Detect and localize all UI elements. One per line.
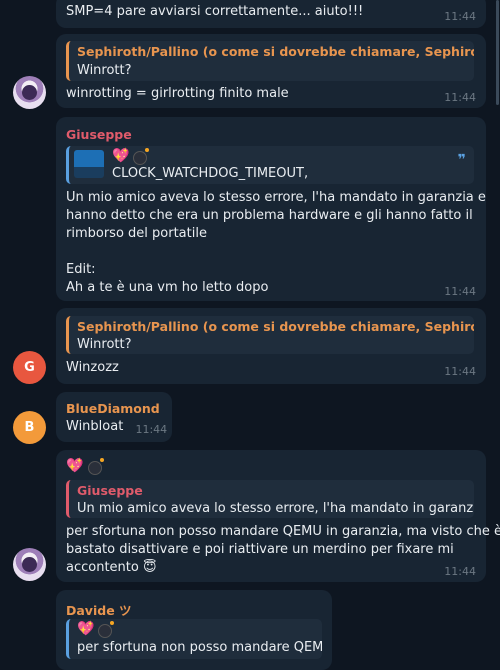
quote-icon: ❞ [457, 152, 466, 168]
scrollbar[interactable] [496, 0, 499, 105]
bomb-emoji [88, 458, 104, 475]
message-text: accontento 😇 [66, 560, 157, 575]
heart-emoji: 💖 [77, 621, 95, 637]
message-text: rimborso del portatile [66, 226, 207, 241]
reply-quote[interactable]: 💖 per sfortuna non posso mandare QEM… [66, 619, 322, 659]
sender-name[interactable]: BlueDiamond [66, 401, 160, 416]
bomb-emoji [133, 148, 149, 165]
reply-quote[interactable]: Sephiroth/Pallino (o come si dovrebbe ch… [66, 316, 474, 354]
message-time: 11:44 [135, 423, 168, 436]
message-bubble[interactable]: SMP=4 pare avviarsi correttamente... aiu… [56, 0, 486, 28]
message-text: SMP=4 pare avviarsi correttamente... aiu… [66, 4, 364, 19]
message-time: 11:44 [444, 565, 476, 578]
sender-name[interactable]: Giuseppe [66, 127, 132, 142]
message-time: 11:44 [444, 91, 476, 104]
message-bubble[interactable]: BlueDiamond Winbloat 11:44 [56, 392, 172, 442]
message-bubble[interactable]: Giuseppe 💖 CLOCK_WATCHDOG_TIMEOUT, ❞ Un … [56, 117, 486, 301]
message-text: Winbloat 11:44 [66, 419, 167, 436]
message-text: winrotting = girlrotting finito male [66, 86, 289, 101]
reply-quote-text: Winrott? [77, 337, 132, 352]
sender-name[interactable]: Davide ツ [66, 600, 132, 619]
reply-quote[interactable]: Giuseppe Un mio amico aveva lo stesso er… [66, 480, 474, 518]
message-text: Un mio amico aveva lo stesso errore, l'h… [66, 190, 486, 205]
avatar[interactable] [13, 76, 46, 109]
reply-quote-sender: Sephiroth/Pallino (o come si dovrebbe ch… [77, 319, 474, 334]
message-time: 11:44 [444, 285, 476, 298]
reply-quote-text: Winrott? [77, 63, 132, 78]
reply-quote-sender: Sephiroth/Pallino (o come si dovrebbe ch… [77, 44, 474, 59]
reply-quote-text: CLOCK_WATCHDOG_TIMEOUT, [112, 166, 309, 181]
message-bubble[interactable]: Sephiroth/Pallino (o come si dovrebbe ch… [56, 308, 486, 384]
message-bubble[interactable]: Davide ツ 💖 per sfortuna non posso mandar… [56, 590, 332, 670]
reply-quote[interactable]: Sephiroth/Pallino (o come si dovrebbe ch… [66, 41, 474, 81]
message-text: Ah a te è una vm ho letto dopo [66, 280, 269, 295]
media-thumbnail [74, 150, 104, 178]
message-text: hanno detto che era un problema hardware… [66, 208, 473, 223]
reply-quote[interactable]: 💖 CLOCK_WATCHDOG_TIMEOUT, ❞ [66, 146, 474, 184]
reply-quote-text: Un mio amico aveva lo stesso errore, l'h… [77, 501, 474, 516]
reply-quote-sender: Giuseppe [77, 483, 143, 498]
avatar[interactable]: G [13, 351, 46, 384]
message-time: 11:44 [444, 10, 476, 23]
avatar[interactable] [13, 548, 46, 581]
message-text: per sfortuna non posso mandare QEMU in g… [66, 524, 500, 539]
avatar[interactable]: B [13, 411, 46, 444]
message-text: Winzozz [66, 360, 119, 375]
bomb-emoji [98, 621, 114, 638]
heart-emoji: 💖 [66, 458, 84, 474]
message-bubble[interactable]: 💖 Giuseppe Un mio amico aveva lo stesso … [56, 450, 500, 582]
message-time: 11:44 [444, 365, 476, 378]
heart-emoji: 💖 [112, 148, 130, 164]
message-bubble[interactable]: Sephiroth/Pallino (o come si dovrebbe ch… [56, 34, 486, 108]
message-text: bastato disattivare e poi riattivare un … [66, 542, 454, 557]
message-text: Edit: [66, 262, 96, 277]
message-text-content: Winbloat [66, 419, 124, 434]
